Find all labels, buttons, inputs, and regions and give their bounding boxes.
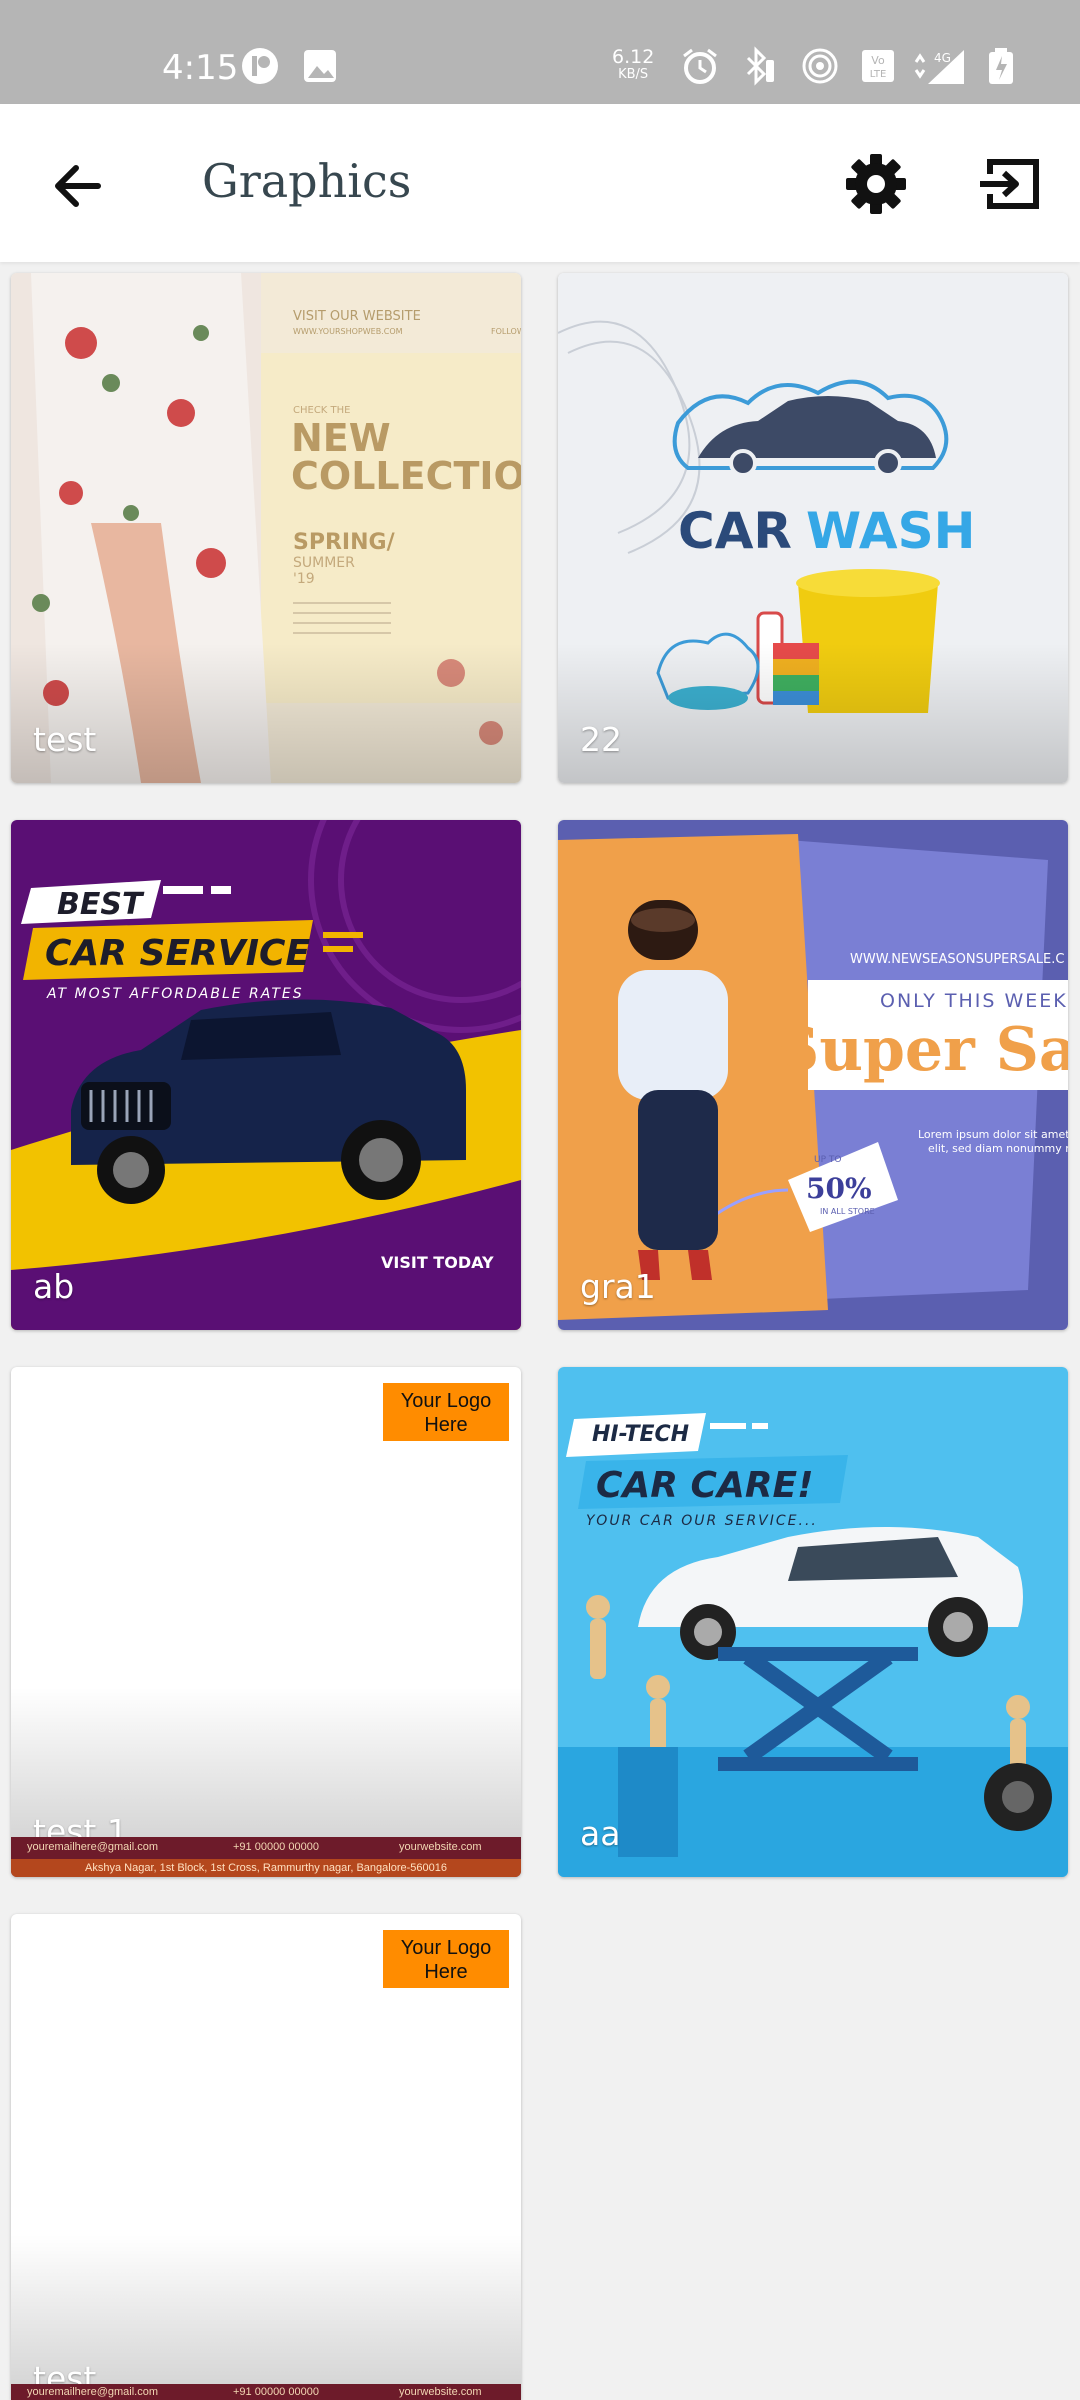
status-time: 4:15	[162, 48, 239, 88]
battery-icon	[989, 48, 1013, 84]
arrow-back-icon[interactable]	[42, 150, 114, 222]
app-bar: Graphics	[0, 104, 1080, 262]
art-text: YOUR CAR OUR SERVICE...	[586, 1513, 818, 1529]
footer-website: yourwebsite.com	[399, 2386, 482, 2398]
card-label: ab	[33, 1267, 75, 1306]
template-footer: youremailhere@gmail.com +91 00000 00000 …	[11, 1837, 521, 1877]
hotspot-icon	[802, 48, 838, 84]
art-text: VISIT TODAY	[381, 1253, 494, 1272]
graphic-card[interactable]: Your Logo Here test youremailhere@gmail.…	[11, 1914, 521, 2400]
logo-placeholder: Your Logo Here	[383, 1930, 509, 1988]
card-shade	[558, 643, 1068, 783]
art-text: WWW.YOURSHOPWEB.COM	[293, 327, 403, 336]
graphic-card[interactable]: HI-TECH CAR CARE! YOUR CAR OUR SERVICE..…	[558, 1367, 1068, 1877]
svg-text:4G: 4G	[934, 51, 951, 65]
art-text: CAR CARE!	[596, 1465, 814, 1506]
page-title: Graphics	[202, 154, 412, 208]
network-speed-unit: KB/S	[618, 67, 649, 82]
graphic-card[interactable]: Your Logo Here test 1 youremailhere@gmai…	[11, 1367, 521, 1877]
exit-icon[interactable]	[976, 148, 1048, 220]
bluetooth-icon	[746, 46, 774, 86]
art-text: '19	[293, 571, 315, 587]
footer-email: youremailhere@gmail.com	[27, 2386, 158, 2398]
art-text: FOLLOW	[491, 327, 521, 336]
svg-text:LTE: LTE	[870, 69, 887, 80]
gear-icon[interactable]	[840, 148, 912, 220]
logo-placeholder: Your Logo Here	[383, 1383, 509, 1441]
card-label: 22	[580, 720, 622, 759]
footer-email: youremailhere@gmail.com	[27, 1841, 158, 1853]
card-label: test	[33, 720, 97, 759]
footer-phone: +91 00000 00000	[233, 2386, 319, 2398]
graphic-thumbnail-car-service: BEST CAR SERVICE AT MOST AFFORDABLE RATE…	[11, 820, 521, 1330]
art-text: CHECK THE	[293, 405, 351, 416]
app-icon	[242, 48, 278, 84]
graphic-thumbnail-super-sale: WWW.NEWSEASONSUPERSALE.C ONLY THIS WEEK …	[558, 820, 1068, 1330]
art-text: HI-TECH	[592, 1422, 689, 1447]
art-text: 50%	[806, 1172, 872, 1205]
svg-text:Vo: Vo	[871, 54, 885, 67]
art-text: CAR SERVICE	[45, 933, 310, 974]
template-footer: youremailhere@gmail.com +91 00000 00000 …	[11, 2384, 521, 2400]
art-text: Super Sa	[776, 1015, 1068, 1085]
art-text: BEST	[57, 887, 145, 922]
card-label: aa	[580, 1814, 621, 1853]
image-icon	[304, 50, 336, 82]
card-label: gra1	[580, 1267, 656, 1306]
art-text: COLLECTION	[291, 454, 521, 498]
graphic-card[interactable]: VISIT OUR WEBSITE WWW.YOURSHOPWEB.COM FO…	[11, 273, 521, 783]
status-bar: 4:15 6.12 KB/S Vo LTE 4G	[0, 0, 1080, 104]
graphic-card[interactable]: BEST CAR SERVICE AT MOST AFFORDABLE RATE…	[11, 820, 521, 1330]
network-speed-value: 6.12	[612, 46, 655, 68]
art-text: WWW.NEWSEASONSUPERSALE.C	[850, 952, 1064, 967]
art-text: UP TO	[814, 1155, 841, 1165]
card-shade	[11, 643, 521, 783]
art-text: Lorem ipsum dolor sit amet, c	[918, 1128, 1068, 1141]
art-text: ONLY THIS WEEK	[880, 990, 1068, 1012]
alarm-icon	[683, 48, 717, 84]
graphic-card[interactable]: WWW.NEWSEASONSUPERSALE.C ONLY THIS WEEK …	[558, 820, 1068, 1330]
footer-phone: +91 00000 00000	[233, 1841, 319, 1853]
volte-icon: Vo LTE	[862, 50, 894, 82]
art-text: elit, sed diam nonummy n	[928, 1142, 1068, 1155]
footer-website: yourwebsite.com	[399, 1841, 482, 1853]
graphic-thumbnail-car-care: HI-TECH CAR CARE! YOUR CAR OUR SERVICE..…	[558, 1367, 1068, 1877]
art-text: WASH	[806, 502, 975, 560]
art-text: SUMMER	[293, 555, 355, 571]
art-text: IN ALL STORE	[820, 1207, 875, 1216]
network-speed: 6.12 KB/S	[612, 48, 654, 84]
art-text: CAR	[678, 502, 792, 560]
art-text: AT MOST AFFORDABLE RATES	[46, 986, 304, 1002]
graphic-card[interactable]: CAR WASH 22	[558, 273, 1068, 783]
signal-4g-icon: 4G	[914, 50, 964, 84]
art-text: SPRING/	[293, 530, 396, 555]
footer-address: Akshya Nagar, 1st Block, 1st Cross, Ramm…	[11, 1859, 521, 1877]
art-text: VISIT OUR WEBSITE	[293, 309, 421, 324]
